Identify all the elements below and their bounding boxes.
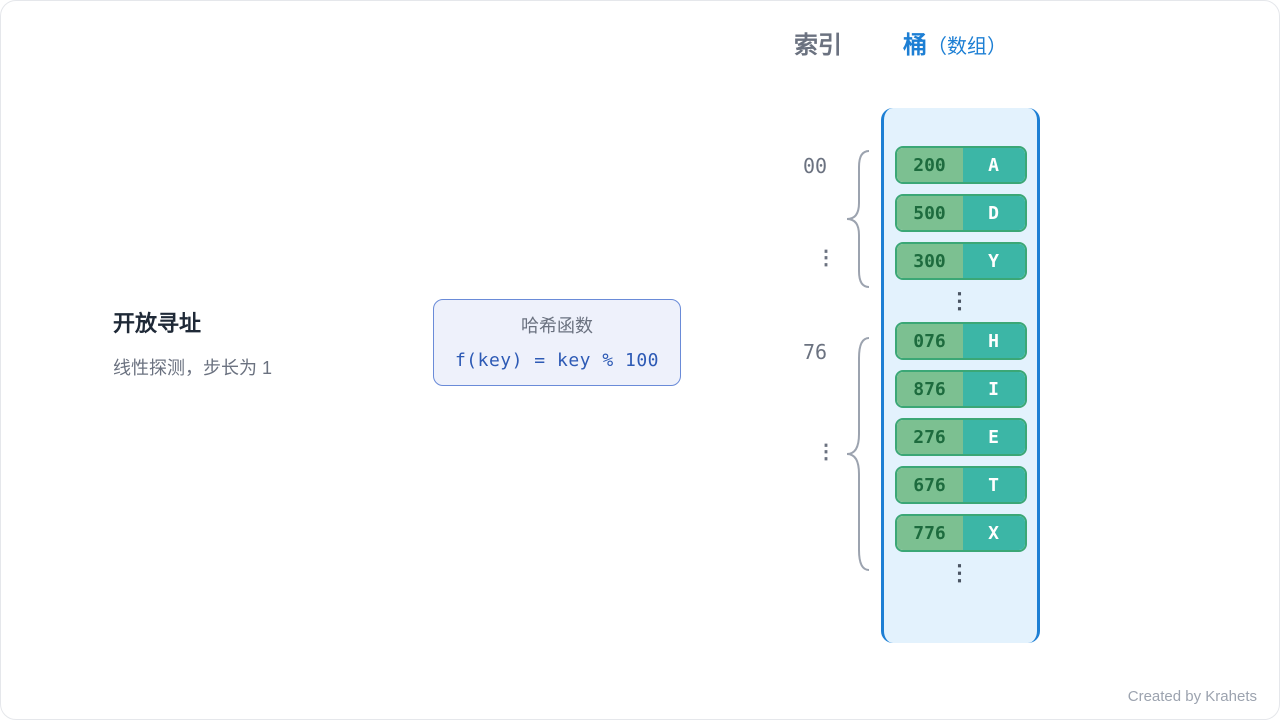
entry-key: 776 — [897, 516, 963, 550]
entry-key: 500 — [897, 196, 963, 230]
hash-entry: 500 D — [895, 194, 1027, 232]
subtitle-linear-probe: 线性探测，步长为 1 — [113, 354, 272, 380]
hash-function-label: 哈希函数 — [444, 312, 670, 338]
entry-value: X — [963, 516, 1025, 550]
column-header-bucket: 桶（数组） — [903, 25, 1007, 60]
entry-key: 300 — [897, 244, 963, 278]
title-open-addressing: 开放寻址 — [113, 306, 272, 338]
entry-key: 676 — [897, 468, 963, 502]
entry-value: H — [963, 324, 1025, 358]
hash-entry: 876 I — [895, 370, 1027, 408]
index-label-00: 00 — [803, 154, 827, 178]
entry-value: Y — [963, 244, 1025, 278]
hash-function-card: 哈希函数 f(key) = key % 100 — [433, 299, 681, 386]
hash-entry: 200 A — [895, 146, 1027, 184]
bucket-header-sub: （数组） — [927, 36, 1007, 58]
entry-key: 876 — [897, 372, 963, 406]
description-block: 开放寻址 线性探测，步长为 1 — [113, 306, 272, 380]
bucket-array: 200 A 500 D 300 Y ⋮ 076 H 876 I 276 E 67… — [881, 108, 1040, 643]
brace-group-1 — [841, 149, 873, 289]
credit-text: Created by Krahets — [1128, 688, 1257, 705]
hash-entry: 300 Y — [895, 242, 1027, 280]
entry-value: E — [963, 420, 1025, 454]
brace-group-2 — [841, 336, 873, 572]
hash-entry: 676 T — [895, 466, 1027, 504]
hash-entry: 776 X — [895, 514, 1027, 552]
hash-entry: 076 H — [895, 322, 1027, 360]
column-header-index: 索引 — [794, 25, 842, 60]
vertical-dots-icon: ⋮ — [894, 288, 1027, 314]
vertical-dots-icon: ⋮ — [894, 560, 1027, 586]
entry-value: D — [963, 196, 1025, 230]
entry-key: 276 — [897, 420, 963, 454]
entry-value: T — [963, 468, 1025, 502]
index-label-76: 76 — [803, 340, 827, 364]
bucket-header-main: 桶 — [903, 32, 927, 59]
entry-value: I — [963, 372, 1025, 406]
hash-function-formula: f(key) = key % 100 — [444, 350, 670, 371]
entry-key: 200 — [897, 148, 963, 182]
vertical-dots-icon: ⋮ — [816, 245, 836, 270]
hash-entry: 276 E — [895, 418, 1027, 456]
vertical-dots-icon: ⋮ — [816, 439, 836, 464]
entry-value: A — [963, 148, 1025, 182]
entry-key: 076 — [897, 324, 963, 358]
